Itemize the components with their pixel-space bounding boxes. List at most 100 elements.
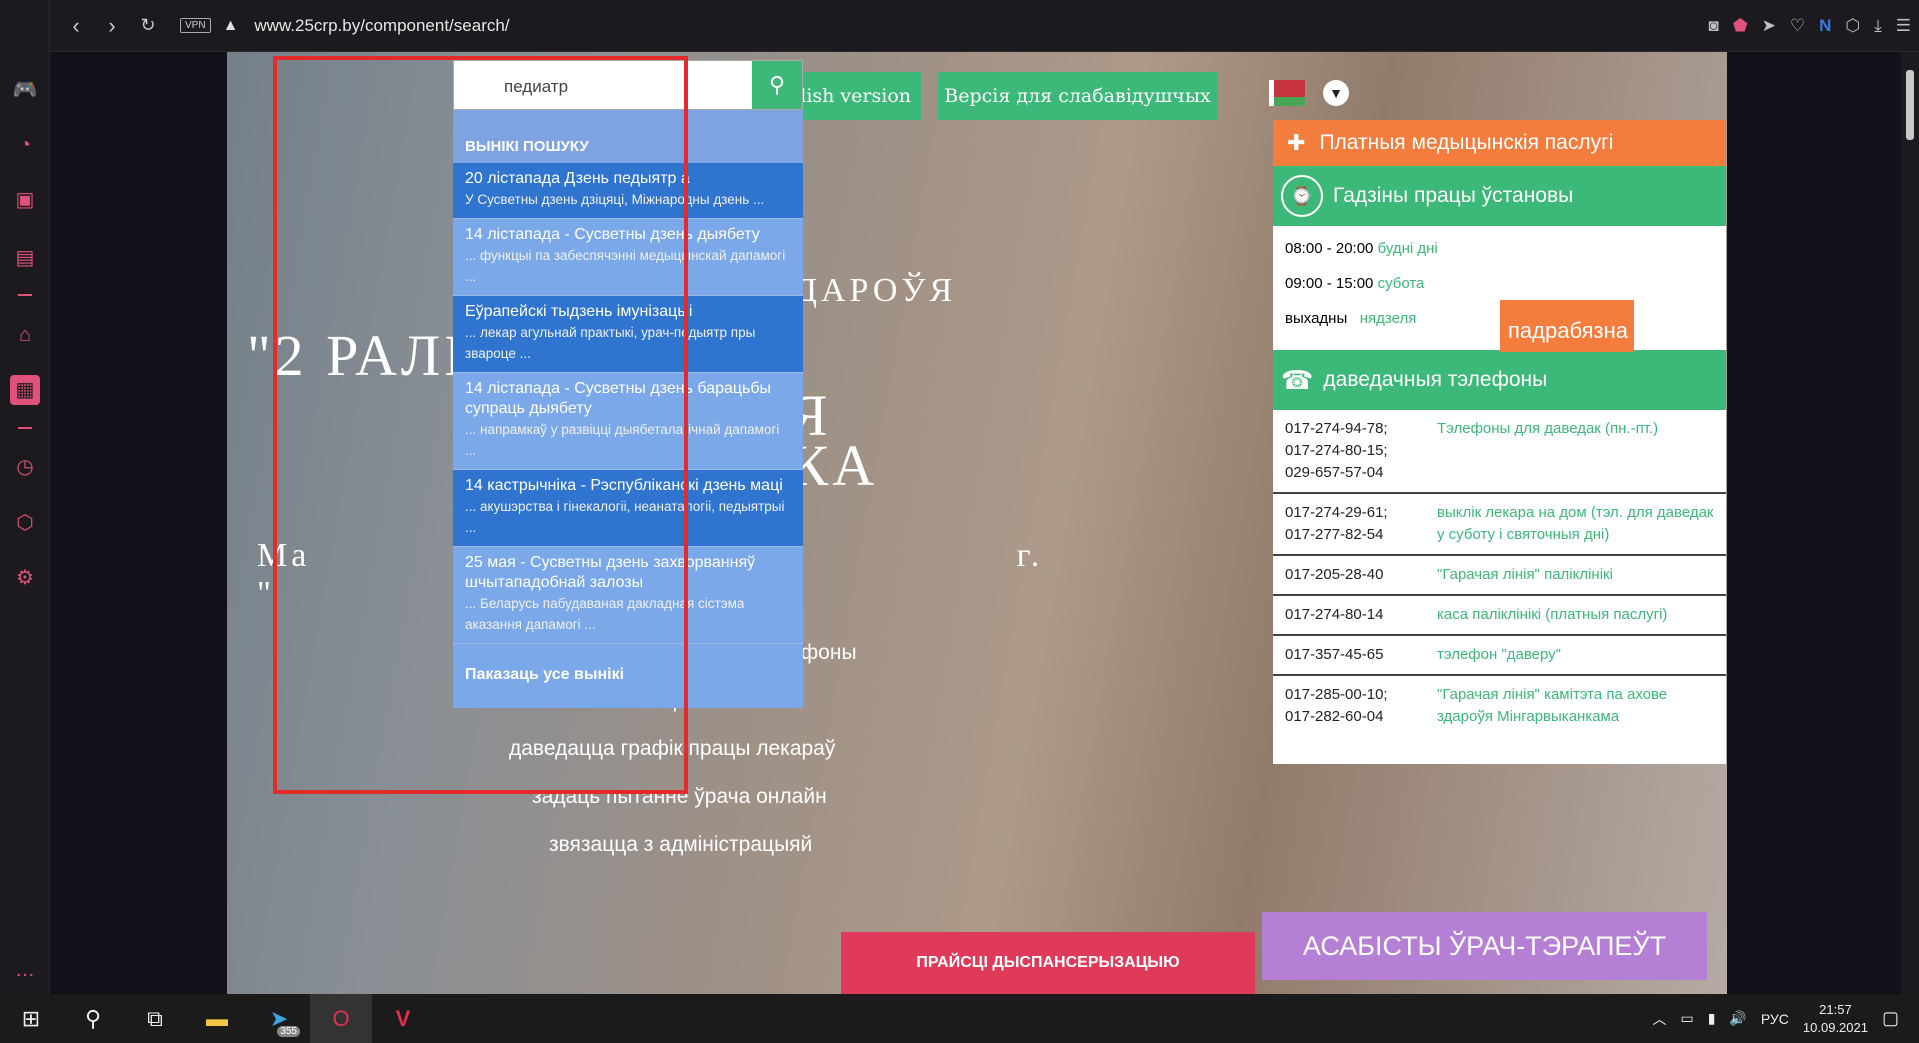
result-title: 14 кастрычніка - Рэспубліканскі дзень ма… bbox=[465, 477, 783, 494]
phone-number[interactable]: 017-274-29-61; 017-277-82-54 bbox=[1285, 502, 1437, 546]
phone-label: выклік лекара на дом (тэл. для даведак у… bbox=[1437, 504, 1714, 543]
doctor-schedule-link[interactable]: даведацца графік працы лекараў bbox=[509, 737, 835, 761]
hours-day: будні дні bbox=[1377, 240, 1438, 257]
forward-icon[interactable]: › bbox=[94, 8, 130, 44]
opera-icon[interactable]: O bbox=[310, 994, 372, 1043]
phones-header: ☎ даведачныя тэлефоны bbox=[1273, 350, 1726, 410]
show-all-results-link[interactable]: Паказаць усе вынікі bbox=[453, 644, 803, 708]
search-input[interactable]: педиатр bbox=[454, 61, 752, 109]
more-details-button[interactable]: падрабязна bbox=[1500, 300, 1634, 352]
phone-number[interactable]: 017-274-80-14 bbox=[1285, 604, 1437, 626]
speedometer-icon[interactable]: ◔ bbox=[10, 130, 40, 160]
hours-time: 08:00 - 20:00 bbox=[1285, 240, 1374, 257]
paid-services-header[interactable]: ✚ Платныя медыцынскія паслугі bbox=[1273, 120, 1726, 166]
system-tray: ︿ ▭ ▮ 🔊 РУС 21:57 10.09.2021 ▢ bbox=[1652, 994, 1919, 1043]
personal-doctor-button[interactable]: АСАБІСТЫ ЎРАЧ-ТЭРАПЕЎТ bbox=[1262, 912, 1707, 980]
camera-icon[interactable]: ◙ bbox=[1709, 16, 1719, 36]
clock[interactable]: 21:57 10.09.2021 bbox=[1803, 1001, 1868, 1037]
menu-icon[interactable]: ☰ bbox=[1896, 16, 1911, 36]
result-item[interactable]: Еўрапейскі тыдзень імунізацыі ... лекар а… bbox=[453, 296, 803, 373]
back-icon[interactable]: ‹ bbox=[58, 8, 94, 44]
settings-icon[interactable]: ⚙ bbox=[10, 563, 40, 593]
shield-icon[interactable]: ⬟ bbox=[1733, 16, 1748, 36]
hours-day: субота bbox=[1377, 275, 1425, 292]
result-title: Еўрапейскі тыдзень імунізацыі bbox=[465, 303, 693, 320]
phones-list: 017-274-94-78; 017-274-80-15; 029-657-57… bbox=[1273, 410, 1726, 764]
result-desc: У Сусветны дзень дзіцяці, Міжнародны дзе… bbox=[465, 192, 765, 207]
cube-icon[interactable]: ⬡ bbox=[10, 508, 40, 538]
sidebar-divider bbox=[18, 294, 32, 296]
clock-time: 21:57 bbox=[1819, 1001, 1852, 1017]
chevron-up-icon[interactable]: ︿ bbox=[1652, 1009, 1666, 1029]
low-vision-button[interactable]: Версія для слабавідушчых bbox=[938, 72, 1217, 120]
network-icon[interactable]: ▭ bbox=[1680, 1010, 1693, 1027]
scroll-thumb[interactable] bbox=[1906, 70, 1914, 140]
clock-date: 10.09.2021 bbox=[1802, 1019, 1868, 1035]
result-item[interactable]: 14 лістапада - Сусветны дзень дыябету...… bbox=[453, 219, 803, 296]
result-desc: ... напрамкаў у развіцці дыябеталагічнай… bbox=[465, 422, 780, 458]
task-view-icon[interactable]: ⧉ bbox=[124, 994, 186, 1043]
page-scrollbar[interactable] bbox=[1901, 52, 1919, 994]
volume-icon[interactable]: 🔊 bbox=[1729, 1010, 1746, 1027]
page-viewport: ВЫ ЗДАРОЎЯ "2 РАЛЬНАЯ НАЯ ІНІКА Ма на г.… bbox=[50, 52, 1901, 994]
extension-icon[interactable]: N bbox=[1819, 16, 1831, 36]
notifications-icon[interactable]: ▢ bbox=[1882, 1008, 1899, 1029]
sidebar-divider bbox=[18, 427, 32, 429]
phones-title: даведачныя тэлефоны bbox=[1323, 368, 1548, 391]
medical-kit-icon: ✚ bbox=[1287, 130, 1306, 155]
game-icon[interactable]: ▦ bbox=[10, 375, 40, 405]
search-icon[interactable]: ⚲ bbox=[62, 994, 124, 1043]
hours-row: 08:00 - 20:00 будні дні bbox=[1285, 240, 1714, 275]
download-icon[interactable]: ⤓ bbox=[1874, 16, 1882, 36]
belarus-flag-icon[interactable] bbox=[1269, 80, 1305, 106]
result-item[interactable]: 14 лістапада - Сусветны дзень барацьбы с… bbox=[453, 373, 803, 470]
address-bar[interactable]: www.25crp.by/component/search/ bbox=[254, 16, 509, 36]
reload-icon[interactable]: ↻ bbox=[130, 8, 166, 44]
telegram-icon[interactable]: ➤ 355 bbox=[248, 994, 310, 1043]
contact-admin-link[interactable]: звязацца з адміністрацыяй bbox=[549, 833, 812, 857]
ask-doctor-link[interactable]: задаць пытанне ўрача онлайн bbox=[532, 785, 827, 809]
phone-number[interactable]: 017-205-28-40 bbox=[1285, 564, 1437, 586]
battery-icon[interactable]: ▮ bbox=[1708, 1010, 1716, 1027]
twitch-icon[interactable]: ▤ bbox=[10, 243, 40, 273]
home-icon[interactable]: ⌂ bbox=[10, 320, 40, 350]
result-title: 14 лістапада - Сусветны дзень дыябету bbox=[465, 226, 760, 243]
search-icon[interactable]: ⚲ bbox=[752, 61, 802, 109]
result-title: 14 лістапада - Сусветны дзень барацьбы с… bbox=[465, 380, 772, 417]
vpn-badge[interactable]: VPN bbox=[180, 18, 211, 33]
paid-services-label: Платныя медыцынскія паслугі bbox=[1319, 131, 1614, 154]
gamepad-icon[interactable]: 🎮 bbox=[10, 75, 40, 105]
phone-label: каса паліклінікі (платныя паслугі) bbox=[1437, 606, 1668, 623]
warning-icon[interactable]: ▲ bbox=[223, 17, 239, 35]
result-desc: ... лекар агульнай практыкі, урач-педыят… bbox=[465, 325, 756, 361]
heart-icon[interactable]: ♡ bbox=[1790, 16, 1805, 36]
result-desc: ... функцыі па забеспячэнні медыцынскай … bbox=[465, 248, 786, 284]
result-item[interactable]: 20 лістапада Дзень педыятр а У Сусветны д… bbox=[453, 163, 803, 219]
chevron-down-icon[interactable]: ▼ bbox=[1323, 80, 1349, 106]
search-box: педиатр ⚲ bbox=[453, 60, 803, 110]
dispanserization-button[interactable]: ПРАЙСЦІ ДЫСПАНСЕРЫЗАЦЫЮ bbox=[841, 932, 1255, 994]
result-item[interactable]: 25 мая - Сусветны дзень захворванняў шчы… bbox=[453, 547, 803, 644]
windows-start-icon[interactable]: ⊞ bbox=[0, 994, 62, 1043]
file-explorer-icon[interactable]: ▬ bbox=[186, 994, 248, 1043]
telegram-badge: 355 bbox=[277, 1026, 300, 1037]
phone-label: "Гарачая лінія" паліклінікі bbox=[1437, 566, 1613, 583]
result-desc: ... акушэрства і гінекалогіі, неанаталог… bbox=[465, 499, 785, 535]
language-indicator[interactable]: РУС bbox=[1761, 1011, 1789, 1027]
phone-number[interactable]: 017-274-94-78; 017-274-80-15; 029-657-57… bbox=[1285, 418, 1437, 484]
result-item[interactable]: 14 кастрычніка - Рэспубліканскі дзень ма… bbox=[453, 470, 803, 547]
history-icon[interactable]: ◷ bbox=[10, 452, 40, 482]
phone-row: 017-357-45-65 тэлефон "даверу" bbox=[1273, 636, 1726, 676]
hours-time: выхадны bbox=[1285, 310, 1348, 327]
vivaldi-icon[interactable]: V bbox=[372, 994, 434, 1043]
phone-number[interactable]: 017-285-00-10; 017-282-60-04 bbox=[1285, 684, 1437, 728]
shopping-icon[interactable]: ▣ bbox=[10, 185, 40, 215]
more-icon[interactable]: … bbox=[10, 955, 40, 985]
cube-icon[interactable]: ⬡ bbox=[1845, 16, 1860, 36]
phone-number[interactable]: 017-357-45-65 bbox=[1285, 644, 1437, 666]
results-heading: ВЫНІКІ ПОШУКУ bbox=[453, 110, 803, 163]
send-icon[interactable]: ➤ bbox=[1762, 16, 1776, 36]
hours-header: ⌚ Гадзіны працы ўстановы bbox=[1273, 166, 1726, 226]
search-widget: педиатр ⚲ ВЫНІКІ ПОШУКУ 20 лістапада Дзе… bbox=[453, 60, 803, 708]
result-title: 20 лістапада Дзень педыятр а bbox=[465, 170, 690, 187]
